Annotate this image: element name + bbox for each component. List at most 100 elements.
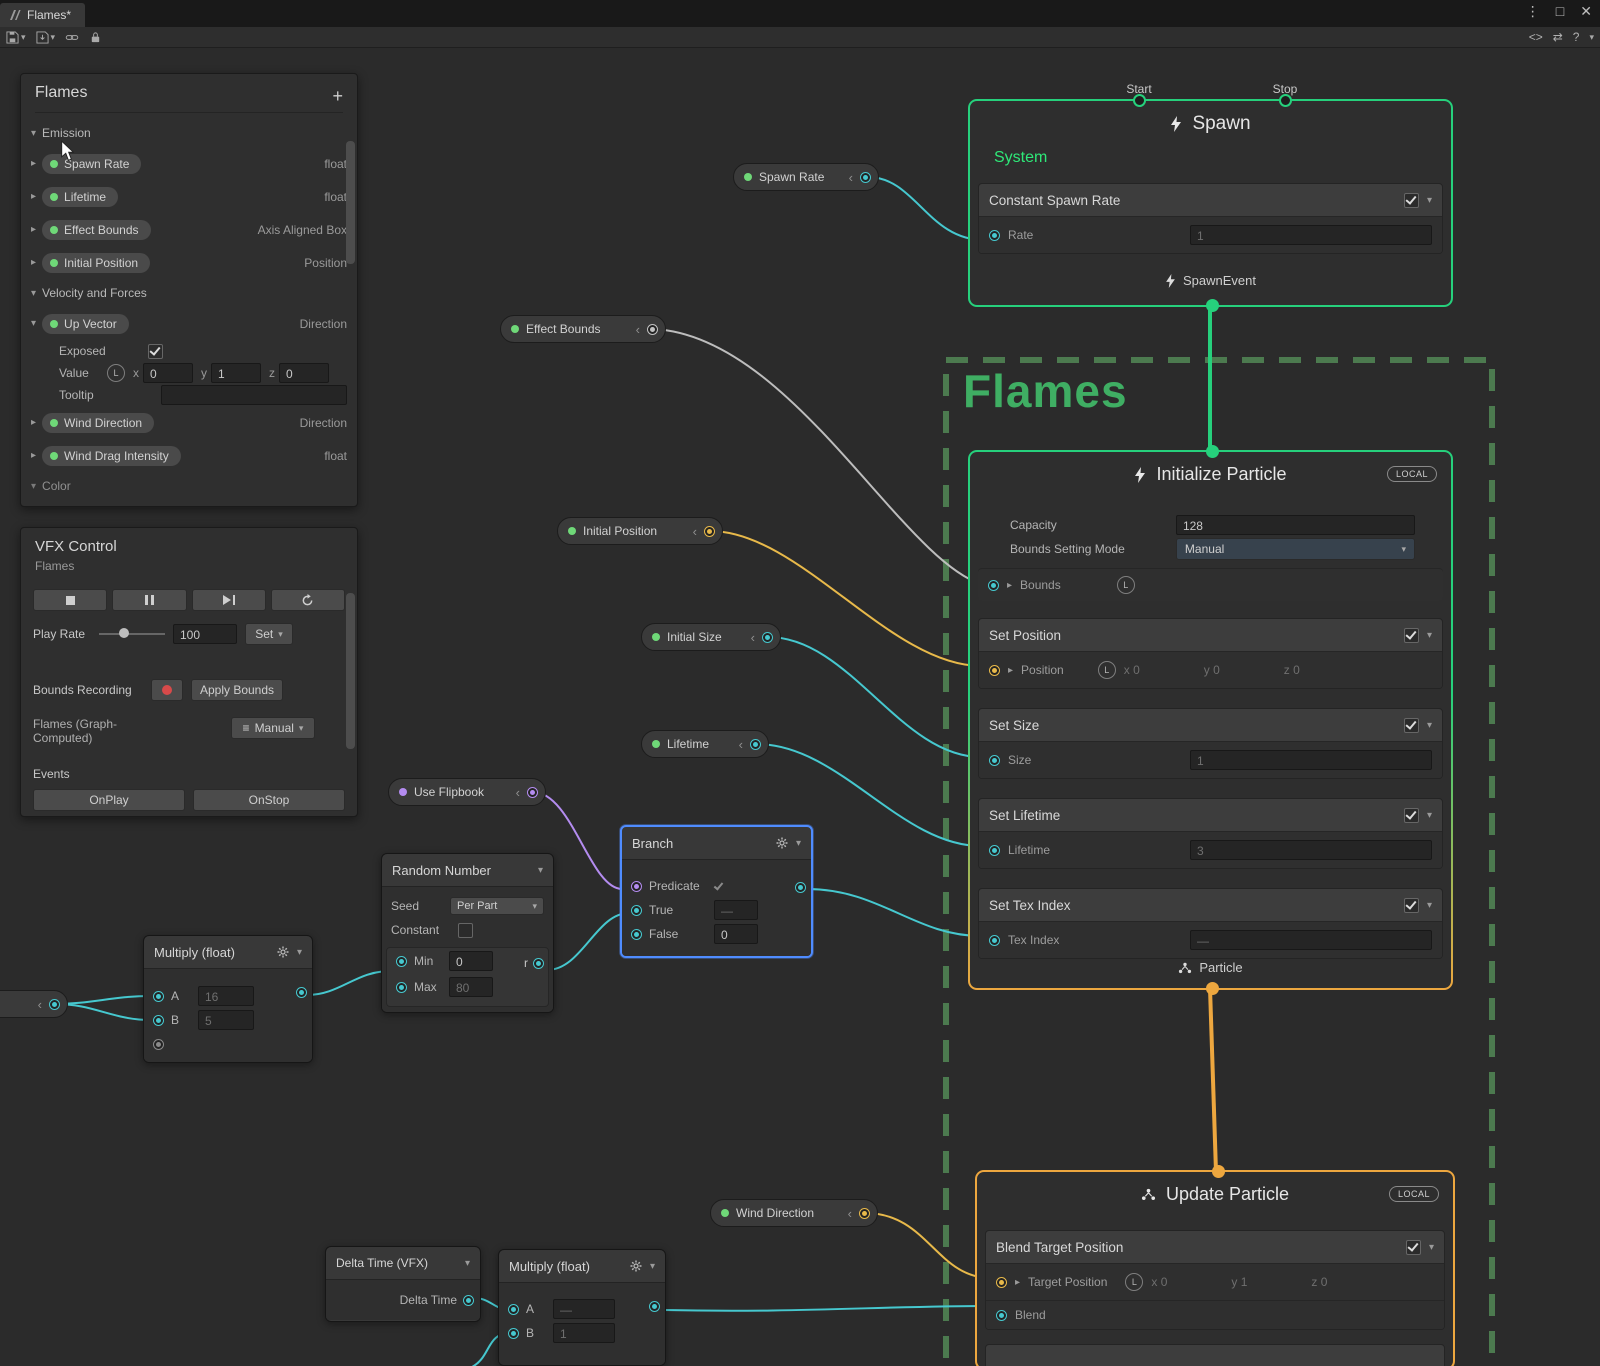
context-node-initialize-particle[interactable]: Initialize Particle LOCAL Capacity 128 B… — [968, 450, 1453, 990]
chevron-right-icon[interactable]: ▸ — [31, 191, 36, 202]
chevron-right-icon[interactable]: ▸ — [1007, 580, 1012, 591]
chevron-down-icon[interactable]: ▾ — [538, 865, 543, 876]
block-set-tex-index[interactable]: Set Tex Index▾ Tex Index — — [978, 888, 1443, 959]
restart-button[interactable] — [271, 589, 345, 611]
collapse-icon[interactable]: ‹ — [38, 997, 42, 1012]
collapse-icon[interactable]: ‹ — [636, 322, 640, 337]
block-constant-spawn-rate[interactable]: Constant Spawn Rate▾ Rate 1 — [978, 183, 1443, 254]
tooltip-field[interactable] — [161, 385, 347, 405]
collapse-icon[interactable]: ‹ — [751, 630, 755, 645]
output-port[interactable] — [49, 999, 60, 1010]
collapse-icon[interactable]: ‹ — [516, 785, 520, 800]
play-rate-slider[interactable] — [99, 633, 165, 635]
operator-node-multiply-a[interactable]: Multiply (float) ▾ A 16 B 5 — [143, 935, 313, 1063]
block-enabled-checkbox[interactable] — [1406, 1240, 1421, 1255]
vfx-control-scrollbar[interactable] — [346, 593, 355, 749]
max-field[interactable]: 80 — [449, 977, 493, 997]
b-field[interactable]: 1 — [553, 1323, 615, 1343]
extra-input-port[interactable] — [153, 1039, 164, 1050]
param-node-initial-size[interactable]: Initial Size‹ — [641, 623, 781, 651]
chevron-right-icon[interactable]: ▸ — [31, 257, 36, 268]
property-row-effect-bounds[interactable]: ▸Effect BoundsAxis Aligned Box — [21, 213, 357, 246]
a-field[interactable]: — — [553, 1299, 615, 1319]
settings-sliders-icon[interactable]: ⇄ — [1553, 30, 1563, 44]
output-port[interactable] — [704, 526, 715, 537]
slider-thumb[interactable] — [119, 628, 129, 638]
save-dropdown-icon[interactable]: ▾ — [21, 32, 26, 43]
chevron-right-icon[interactable]: ▸ — [31, 417, 36, 428]
capacity-field[interactable]: 128 — [1176, 515, 1415, 535]
property-row-up-vector[interactable]: ▾Up VectorDirection — [21, 307, 357, 340]
context-node-update-particle[interactable]: Update Particle LOCAL Blend Target Posit… — [975, 1170, 1455, 1366]
link-button[interactable] — [65, 31, 79, 44]
chevron-right-icon[interactable]: ▸ — [1008, 665, 1013, 676]
save-as-dropdown-icon[interactable]: ▾ — [51, 32, 56, 43]
onplay-button[interactable]: OnPlay — [33, 789, 185, 811]
predicate-input-port[interactable] — [631, 881, 642, 892]
apply-bounds-button[interactable]: Apply Bounds — [191, 679, 283, 701]
property-row-initial-position[interactable]: ▸Initial PositionPosition — [21, 246, 357, 279]
constant-checkbox[interactable] — [458, 923, 473, 938]
start-flow-port[interactable] — [1133, 94, 1146, 107]
save-as-button[interactable]: ▾ — [36, 31, 56, 44]
set-rate-button[interactable]: Set▾ — [245, 623, 293, 645]
space-local-icon[interactable]: L — [107, 364, 125, 382]
window-maximize-icon[interactable]: □ — [1556, 3, 1564, 20]
target-position-input-port[interactable] — [996, 1277, 1007, 1288]
spawn-output-port[interactable] — [1206, 299, 1219, 312]
param-node-use-flipbook[interactable]: Use Flipbook‹ — [388, 778, 546, 806]
pause-button[interactable] — [112, 589, 186, 611]
exposed-checkbox[interactable] — [148, 344, 163, 359]
collapse-icon[interactable]: ‹ — [739, 737, 743, 752]
block-set-size[interactable]: Set Size▾ Size 1 — [978, 708, 1443, 779]
param-node-effect-bounds[interactable]: Effect Bounds‹ — [500, 315, 666, 343]
size-field[interactable]: 1 — [1190, 750, 1432, 770]
section-velocity-forces[interactable]: ▾Velocity and Forces — [21, 279, 357, 307]
space-local-icon[interactable]: L — [1125, 1273, 1143, 1291]
max-input-port[interactable] — [396, 982, 407, 993]
collapse-icon[interactable]: ‹ — [849, 170, 853, 185]
chevron-down-icon[interactable]: ▾ — [1427, 630, 1432, 641]
param-node-initial-position[interactable]: Initial Position‹ — [557, 517, 723, 545]
b-input-port[interactable] — [153, 1015, 164, 1026]
multiply-output-port[interactable] — [296, 987, 307, 998]
false-field[interactable]: 0 — [714, 924, 758, 944]
window-close-icon[interactable]: ✕ — [1580, 3, 1592, 20]
tex-index-field[interactable]: — — [1190, 930, 1432, 950]
play-rate-field[interactable]: 100 — [173, 624, 237, 644]
output-port[interactable] — [647, 324, 658, 335]
record-bounds-button[interactable] — [151, 679, 183, 701]
multiply-output-port[interactable] — [649, 1301, 660, 1312]
initialize-output-port[interactable] — [1206, 982, 1219, 995]
context-node-spawn[interactable]: Start Stop Spawn System Constant Spawn R… — [968, 99, 1453, 307]
help-icon[interactable]: ? — [1573, 30, 1580, 44]
collapse-icon[interactable]: ‹ — [848, 1206, 852, 1221]
delta-time-output-port[interactable] — [463, 1295, 474, 1306]
gear-icon[interactable] — [776, 837, 788, 849]
y-field[interactable]: 1 — [211, 363, 261, 383]
space-local-icon[interactable]: L — [1098, 661, 1116, 679]
tex-index-input-port[interactable] — [989, 935, 1000, 946]
space-local-icon[interactable]: L — [1117, 576, 1135, 594]
chevron-down-icon[interactable]: ▾ — [31, 318, 36, 329]
lock-button[interactable] — [89, 31, 102, 44]
property-row-wind-drag[interactable]: ▸Wind Drag Intensityfloat — [21, 439, 357, 472]
size-input-port[interactable] — [989, 755, 1000, 766]
collapse-icon[interactable]: ‹ — [693, 524, 697, 539]
initialize-input-port[interactable] — [1206, 445, 1219, 458]
stop-flow-port[interactable] — [1279, 94, 1292, 107]
true-field[interactable]: — — [714, 900, 758, 920]
toolbar-dropdown-icon[interactable]: ▾ — [1589, 32, 1594, 43]
b-field[interactable]: 5 — [198, 1010, 254, 1030]
save-button[interactable]: ▾ — [6, 31, 26, 44]
operator-node-multiply-b[interactable]: Multiply (float) ▾ A — B 1 — [498, 1249, 666, 1366]
b-input-port[interactable] — [508, 1328, 519, 1339]
true-input-port[interactable] — [631, 905, 642, 916]
output-port[interactable] — [750, 739, 761, 750]
lifetime-field[interactable]: 3 — [1190, 840, 1432, 860]
stop-button[interactable] — [33, 589, 107, 611]
chevron-down-icon[interactable]: ▾ — [796, 838, 801, 849]
operator-node-random-number[interactable]: Random Number▾ Seed Per Part▾ Constant M… — [381, 853, 554, 1013]
block-enabled-checkbox[interactable] — [1404, 718, 1419, 733]
chevron-down-icon[interactable]: ▾ — [1427, 195, 1432, 206]
